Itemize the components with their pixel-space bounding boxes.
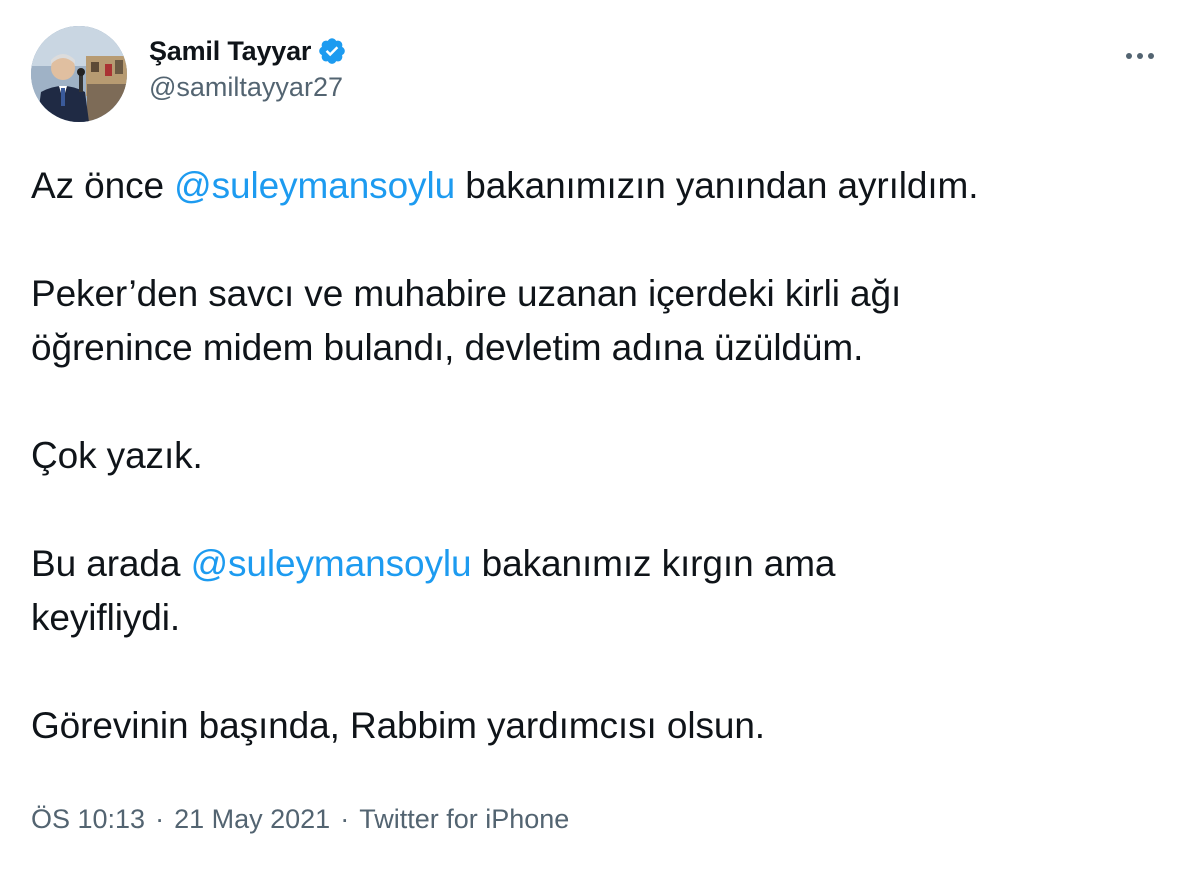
text-segment: bakanımız kırgın ama: [471, 543, 836, 584]
name-row: Şamil Tayyar: [149, 34, 347, 68]
tweet-paragraph-2: Peker’den savcı ve muhabire uzanan içerd…: [31, 267, 1161, 375]
tweet-paragraph-4: Bu arada @suleymansoylu bakanımız kırgın…: [31, 537, 1161, 645]
tweet-date[interactable]: 21 May 2021: [174, 804, 330, 835]
text-line: Bu arada @suleymansoylu bakanımız kırgın…: [31, 537, 1161, 591]
separator: ·: [340, 804, 350, 834]
tweet-paragraph-5: Görevinin başında, Rabbim yardımcısı ols…: [31, 705, 765, 746]
text-line: Peker’den savcı ve muhabire uzanan içerd…: [31, 273, 902, 314]
text-segment: Az önce: [31, 165, 175, 206]
tweet-time[interactable]: ÖS 10:13: [31, 804, 145, 835]
verified-badge-icon: [319, 38, 346, 64]
tweet: Şamil Tayyar @samiltayyar27 Az önce @sul…: [0, 0, 1194, 874]
tweet-header: Şamil Tayyar @samiltayyar27: [31, 26, 1170, 122]
mention-link[interactable]: @suleymansoylu: [174, 165, 455, 206]
text-line: keyifliydi.: [31, 597, 180, 638]
tweet-paragraph-3: Çok yazık.: [31, 435, 203, 476]
text-segment: bakanımızın yanından ayrıldım.: [455, 165, 979, 206]
tweet-paragraph-1: Az önce @suleymansoylu bakanımızın yanın…: [31, 159, 1161, 213]
avatar[interactable]: [31, 26, 127, 122]
text-line: öğrenince midem bulandı, devletim adına …: [31, 327, 864, 368]
author-info: Şamil Tayyar @samiltayyar27: [149, 34, 347, 103]
display-name[interactable]: Şamil Tayyar: [149, 36, 311, 67]
tweet-text: Az önce @suleymansoylu bakanımızın yanın…: [31, 159, 1161, 753]
more-horizontal-icon[interactable]: [1122, 46, 1158, 66]
handle[interactable]: @samiltayyar27: [149, 72, 347, 103]
separator: ·: [155, 804, 165, 834]
tweet-meta: ÖS 10:13 · 21 May 2021 · Twitter for iPh…: [31, 804, 569, 835]
text-segment: Bu arada: [31, 543, 191, 584]
tweet-source[interactable]: Twitter for iPhone: [359, 804, 569, 835]
profile-photo-icon: [31, 26, 127, 122]
mention-link[interactable]: @suleymansoylu: [191, 543, 472, 584]
